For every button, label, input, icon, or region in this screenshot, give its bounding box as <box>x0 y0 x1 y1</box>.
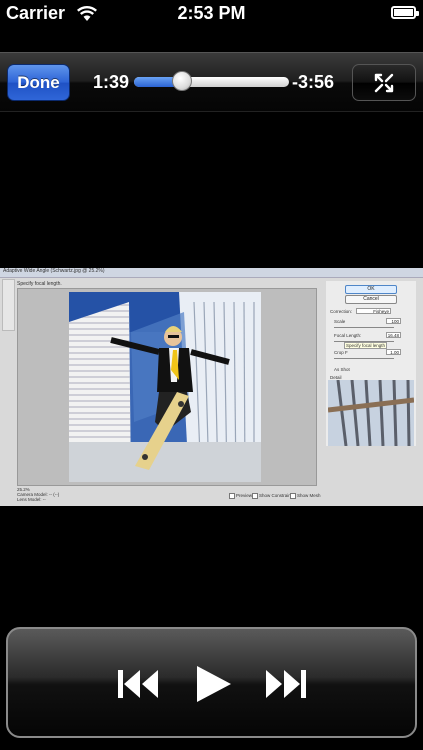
next-button[interactable] <box>261 664 311 704</box>
image-canvas <box>17 288 317 486</box>
skip-back-icon <box>118 670 158 698</box>
cancel-button[interactable]: Cancel <box>345 295 397 304</box>
show-mesh-label: Show Mesh <box>297 493 321 499</box>
detail-preview <box>328 380 414 446</box>
preview-label: Preview <box>236 493 253 499</box>
checkbox-icon <box>252 493 258 499</box>
dialog-hint: Specify focal length. <box>17 281 62 287</box>
crop-slider[interactable] <box>334 358 394 359</box>
battery-icon <box>391 6 419 19</box>
tool-palette <box>2 279 15 331</box>
status-bar: Carrier 2:53 PM <box>0 0 423 28</box>
video-frame[interactable]: Adaptive Wide Angle (Schwartz.jpg @ 25.2… <box>0 268 423 506</box>
ok-button[interactable]: OK <box>345 285 397 294</box>
scale-label: Scale <box>334 319 346 324</box>
dialog-title-bar: Adaptive Wide Angle (Schwartz.jpg @ 25.2… <box>0 268 423 278</box>
progress-scrubber[interactable] <box>134 71 289 91</box>
done-button[interactable]: Done <box>7 64 70 101</box>
lens-model: Lens Model: -- <box>17 497 46 502</box>
elapsed-time: 1:39 <box>93 72 130 92</box>
play-icon <box>197 666 231 702</box>
focal-length-field[interactable]: 16.48 <box>386 332 401 338</box>
status-time: 2:53 PM <box>177 3 246 23</box>
scrubber-thumb[interactable] <box>172 71 193 91</box>
show-constraints-label: Show Constraints <box>259 493 295 499</box>
dialog-title: Adaptive Wide Angle (Schwartz.jpg @ 25.2… <box>3 268 105 274</box>
checkbox-icon <box>290 493 296 499</box>
crop-field[interactable]: 1.00 <box>386 349 401 355</box>
show-mesh-checkbox[interactable]: Show Mesh <box>290 493 321 499</box>
as-shot-checkbox[interactable]: As Shot <box>334 367 350 372</box>
player-top-bar: Done 1:39 -3:56 <box>0 52 423 112</box>
focal-length-label: Focal Length: <box>334 333 362 338</box>
previous-button[interactable] <box>113 664 163 704</box>
preview-checkbox[interactable]: Preview <box>229 493 252 499</box>
crop-label: Crop F <box>334 350 348 355</box>
scale-field[interactable]: 100 <box>386 318 401 324</box>
skip-forward-icon <box>266 670 306 698</box>
show-constraints-checkbox[interactable]: Show Constraints <box>252 493 294 499</box>
play-button[interactable] <box>188 664 238 704</box>
focal-length-tooltip: Specify focal length <box>344 342 388 349</box>
correction-select[interactable]: Fisheye <box>356 308 391 314</box>
transport-controls <box>6 627 417 738</box>
correction-label: Correction: <box>330 309 353 314</box>
remaining-time: -3:56 <box>292 72 335 92</box>
fullscreen-button[interactable] <box>352 64 416 101</box>
skateboarder-photo <box>69 292 261 482</box>
expand-arrows-icon <box>374 73 394 93</box>
checkbox-icon <box>229 493 235 499</box>
scale-slider[interactable] <box>334 327 394 328</box>
